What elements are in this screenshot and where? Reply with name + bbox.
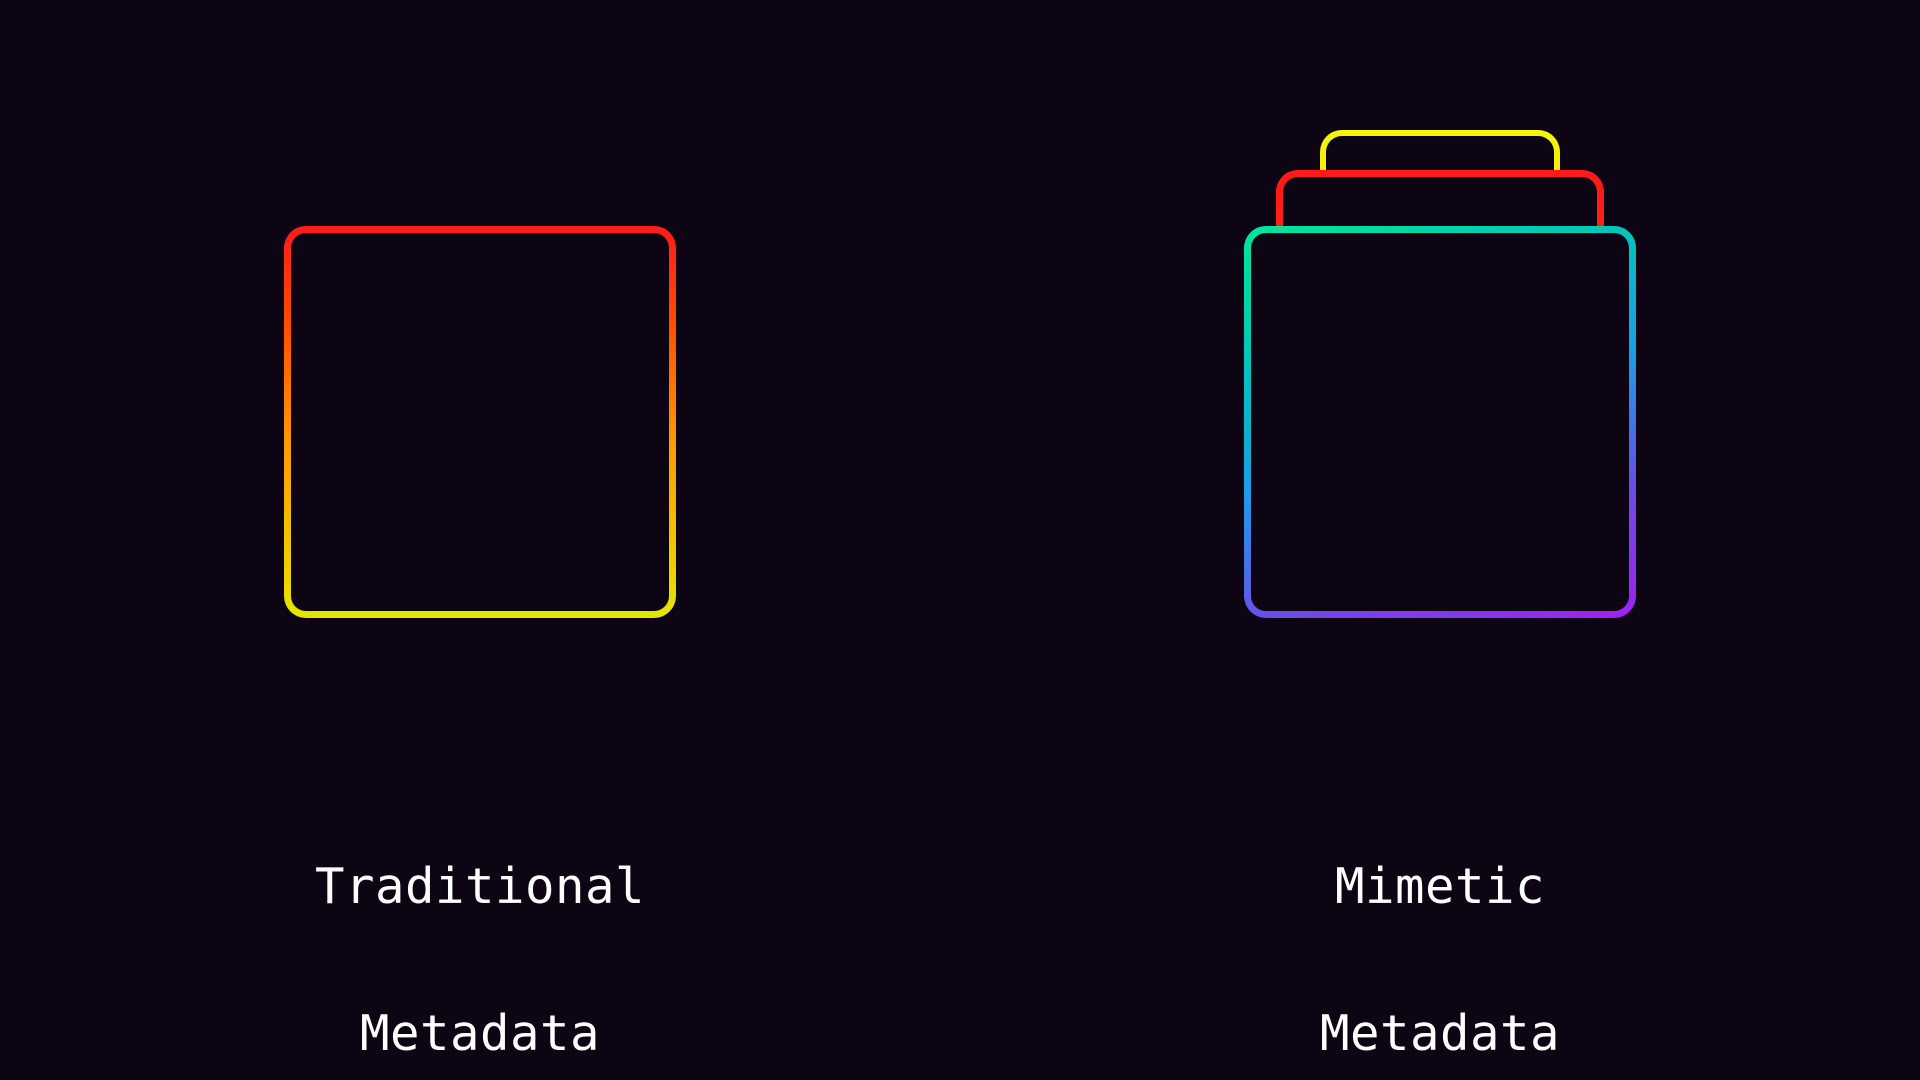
mimetic-illustration xyxy=(960,120,1920,640)
traditional-caption: Traditional Metadata xyxy=(0,776,960,1070)
caption-line: Mimetic xyxy=(1335,858,1545,915)
stacked-square-front-icon xyxy=(1244,226,1636,618)
gradient-square-icon xyxy=(284,226,676,618)
traditional-metadata-panel: Traditional Metadata xyxy=(0,0,960,1080)
mimetic-metadata-panel: Mimetic Metadata xyxy=(960,0,1920,1080)
caption-line: Traditional xyxy=(315,858,645,915)
mimetic-caption: Mimetic Metadata xyxy=(960,776,1920,1070)
traditional-illustration xyxy=(0,120,960,640)
caption-line: Metadata xyxy=(1320,1005,1560,1062)
caption-line: Metadata xyxy=(360,1005,600,1062)
diagram-stage: Traditional Metadata Mimetic Metadata xyxy=(0,0,1920,1080)
